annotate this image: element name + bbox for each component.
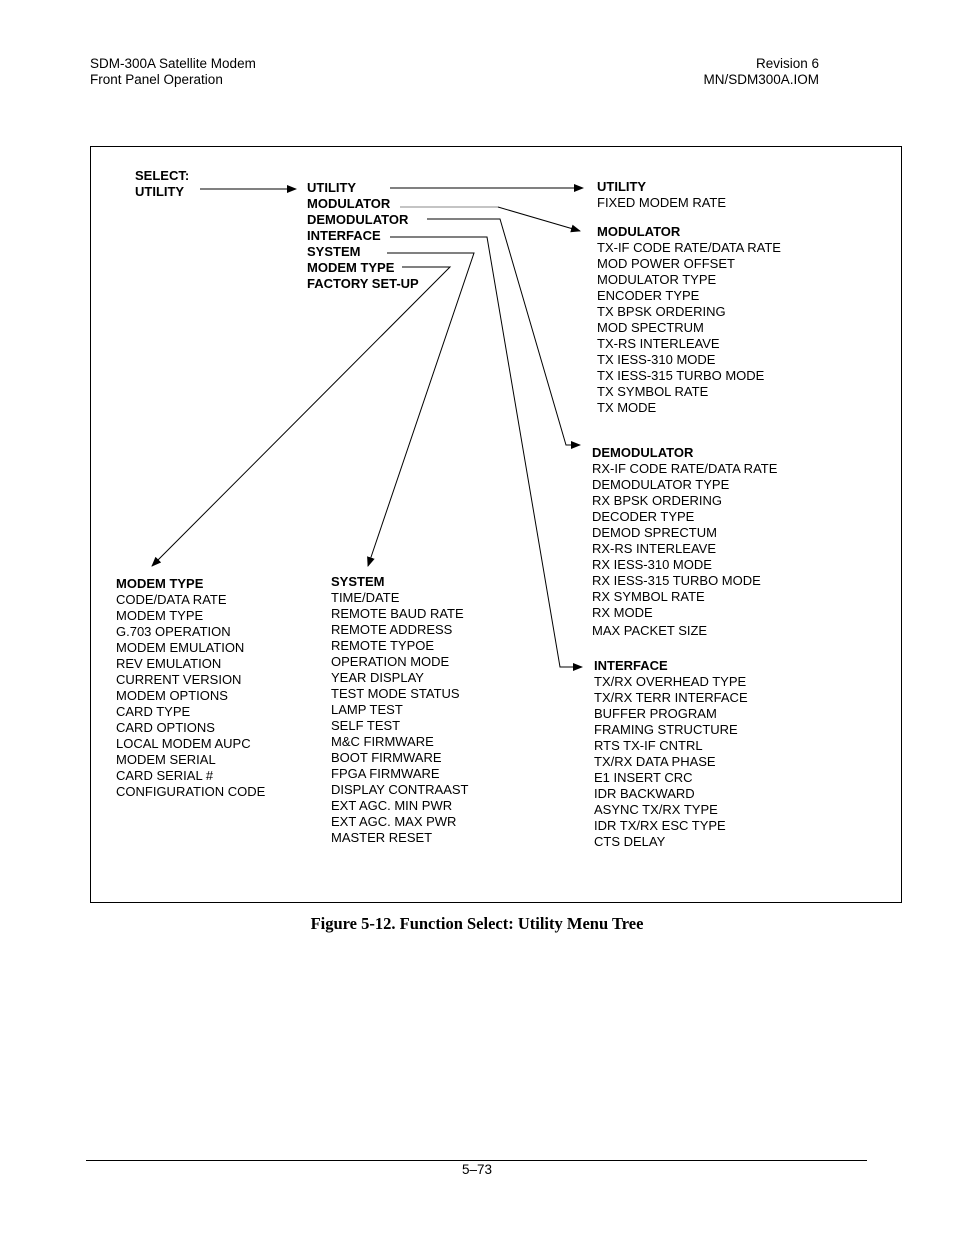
submenu-item: CARD TYPE [116,704,191,719]
submenu-item: G.703 OPERATION [116,624,231,639]
submenu-item: TX IESS-315 TURBO MODE [597,368,765,383]
submenu-item: MODEM TYPE [116,608,204,623]
submenu-item: MOD SPECTRUM [597,320,704,335]
main-menu-list: UTILITY MODULATOR DEMODULATOR INTERFACE … [307,180,419,292]
submenu-title: INTERFACE [594,658,668,673]
submenu-item: CURRENT VERSION [116,672,242,687]
modem-type-submenu: MODEM TYPE CODE/DATA RATE MODEM TYPE G.7… [116,576,265,800]
submenu-item: TIME/DATE [331,590,400,605]
submenu-item: DEMOD SPRECTUM [592,525,717,540]
page-number: 5–73 [461,1162,493,1177]
submenu-title: UTILITY [597,179,647,194]
submenu-item: TX-IF CODE RATE/DATA RATE [597,240,781,255]
submenu-item: FRAMING STRUCTURE [594,722,738,737]
submenu-item: M&C FIRMWARE [331,734,434,749]
submenu-item: TX/RX TERR INTERFACE [594,690,748,705]
submenu-item: DECODER TYPE [592,509,695,524]
submenu-item: REMOTE BAUD RATE [331,606,464,621]
submenu-item: MASTER RESET [331,830,433,845]
submenu-item: EXT AGC. MIN PWR [331,798,453,813]
submenu-item: RX-RS INTERLEAVE [592,541,717,556]
submenu-item: MODEM OPTIONS [116,688,228,703]
submenu-item: RX BPSK ORDERING [592,493,723,508]
submenu-item: TX SYMBOL RATE [597,384,709,399]
system-submenu: SYSTEM TIME/DATE REMOTE BAUD RATE REMOTE… [331,574,469,846]
menu-item-modulator: MODULATOR [307,196,391,211]
submenu-item: EXT AGC. MAX PWR [331,814,457,829]
submenu-item: IDR TX/RX ESC TYPE [594,818,726,833]
submenu-item: E1 INSERT CRC [594,770,693,785]
menu-item-factory-setup: FACTORY SET-UP [307,276,419,291]
submenu-item: LOCAL MODEM AUPC [116,736,251,751]
submenu-item: RX IESS-310 MODE [592,557,712,572]
submenu-item: CARD OPTIONS [116,720,215,735]
submenu-item: REV EMULATION [116,656,222,671]
submenu-item: MODULATOR TYPE [597,272,717,287]
submenu-item: FIXED MODEM RATE [597,195,727,210]
submenu-item: OPERATION MODE [331,654,450,669]
submenu-item: REMOTE ADDRESS [331,622,453,637]
submenu-item: YEAR DISPLAY [331,670,424,685]
submenu-item: SELF TEST [331,718,401,733]
submenu-item: REMOTE TYPOE [331,638,435,653]
submenu-item: CODE/DATA RATE [116,592,227,607]
submenu-item: RX-IF CODE RATE/DATA RATE [592,461,778,476]
submenu-title: DEMODULATOR [592,445,694,460]
figure-caption: Figure 5-12. Function Select: Utility Me… [310,914,644,933]
submenu-title: MODEM TYPE [116,576,204,591]
arrow-modulator-tail [497,206,581,233]
submenu-item: FPGA FIRMWARE [331,766,440,781]
menu-item-demodulator: DEMODULATOR [307,212,409,227]
submenu-item: ENCODER TYPE [597,288,700,303]
submenu-item: RX IESS-315 TURBO MODE [592,573,761,588]
submenu-item: ASYNC TX/RX TYPE [594,802,718,817]
root-label-line2: UTILITY [135,184,185,199]
interface-submenu: INTERFACE TX/RX OVERHEAD TYPE TX/RX TERR… [594,658,748,850]
root-select-utility: SELECT: UTILITY [135,168,189,200]
submenu-item: RTS TX-IF CNTRL [594,738,703,753]
submenu-item: LAMP TEST [331,702,403,717]
submenu-item: TX/RX DATA PHASE [594,754,716,769]
menu-item-modem-type: MODEM TYPE [307,260,395,275]
submenu-item: IDR BACKWARD [594,786,695,801]
submenu-item: CARD SERIAL # [116,768,214,783]
menu-item-system: SYSTEM [307,244,361,259]
submenu-item: CTS DELAY [594,834,666,849]
submenu-item: MOD POWER OFFSET [597,256,735,271]
submenu-item: TX IESS-310 MODE [597,352,716,367]
arrow-modem-type [151,266,452,567]
root-label-line1: SELECT: [135,168,190,183]
submenu-item: RX MODE [592,605,653,620]
footer-divider [86,1160,867,1161]
submenu-item: BOOT FIRMWARE [331,750,442,765]
menu-item-utility: UTILITY [307,180,357,195]
submenu-item: TEST MODE STATUS [331,686,460,701]
arrow-system [367,252,475,567]
modulator-submenu: MODULATOR TX-IF CODE RATE/DATA RATE MOD … [597,224,781,416]
submenu-item: MAX PACKET SIZE [592,623,708,638]
submenu-title: MODULATOR [597,224,681,239]
submenu-title: SYSTEM [331,574,385,589]
submenu-item: CONFIGURATION CODE [116,784,266,799]
submenu-item: MODEM EMULATION [116,640,245,655]
submenu-item: TX MODE [597,400,657,415]
submenu-item: RX SYMBOL RATE [592,589,705,604]
submenu-item: TX/RX OVERHEAD TYPE [594,674,747,689]
submenu-item: MODEM SERIAL [116,752,216,767]
submenu-item: TX BPSK ORDERING [597,304,726,319]
submenu-item: DISPLAY CONTRAAST [331,782,469,797]
utility-submenu: UTILITY FIXED MODEM RATE [597,179,726,211]
submenu-item: BUFFER PROGRAM [594,706,717,721]
demodulator-submenu: DEMODULATOR RX-IF CODE RATE/DATA RATE DE… [592,445,777,639]
submenu-item: DEMODULATOR TYPE [592,477,730,492]
menu-item-interface: INTERFACE [307,228,381,243]
submenu-item: TX-RS INTERLEAVE [597,336,720,351]
